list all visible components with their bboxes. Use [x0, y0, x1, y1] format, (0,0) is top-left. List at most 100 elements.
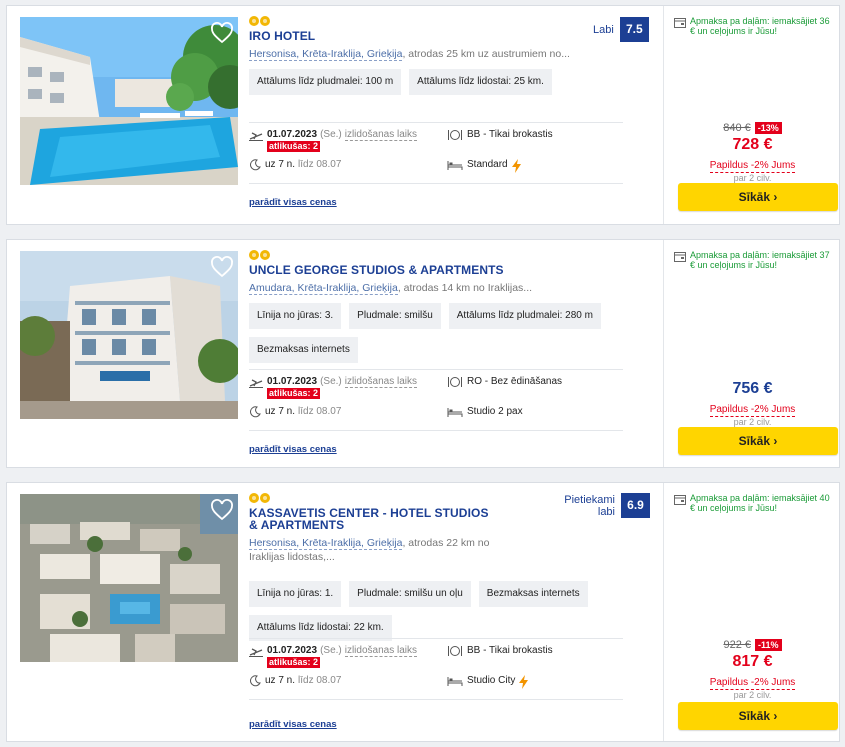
plane-icon: [249, 379, 263, 388]
return-date: līdz 08.07: [298, 159, 342, 170]
old-price: 840 €: [723, 121, 751, 134]
tag-list: Attālums līdz pludmalei: 100 m Attālums …: [249, 69, 649, 95]
hotel-name[interactable]: KASSAVETIS CENTER - HOTEL STUDIOS & APAR…: [249, 507, 499, 531]
heart-icon[interactable]: [210, 498, 234, 522]
departure-date: 01.07.2023: [267, 129, 318, 140]
price-per-persons: par 2 cilv.: [733, 690, 772, 700]
meta-footer: parādīt visas cenas: [249, 430, 623, 457]
price: 756 €: [732, 380, 773, 397]
extra-discount-link[interactable]: Papildus -2% Jums: [709, 160, 796, 173]
room-type: Studio 2 pax: [467, 406, 523, 417]
return-date: līdz 08.07: [298, 406, 342, 417]
meta-footer: parādīt visas cenas: [249, 183, 623, 210]
moon-icon: [250, 159, 261, 171]
hotel-location: Amudara, Krēta-Iraklija, Grieķija, atrod…: [249, 281, 649, 295]
nights-cell: uz 7 n. līdz 08.07: [249, 400, 447, 430]
date-cell: 01.07.2023 (Se.) izlidošanas laiks atlikuša…: [249, 123, 447, 153]
tag-list: Līnija no jūras: 3. Pludmale: smilšu Att…: [249, 303, 649, 363]
offer-meta: 01.07.2023 (Se.) izlidošanas laiks atlikuša…: [249, 369, 623, 457]
rating-label: Pietiekami labi: [564, 493, 615, 518]
tag: Līnija no jūras: 3.: [249, 303, 342, 329]
calendar-card-icon: [674, 495, 686, 505]
show-all-prices-link[interactable]: parādīt visas cenas: [249, 444, 337, 455]
price-block: 922 € -11% 817 € Papildus -2% Jums par 2 …: [664, 638, 841, 701]
board-cell: BB - Tikai brokastis: [447, 639, 623, 669]
star-icon: [260, 493, 270, 503]
price-panel: Apmaksa pa daļām: iemaksājiet 40 € un ce…: [663, 483, 840, 741]
hotel-name[interactable]: UNCLE GEORGE STUDIOS & APARTMENTS: [249, 264, 649, 276]
hotel-photo[interactable]: [20, 494, 238, 662]
installment-text: Apmaksa pa daļām: iemaksājiet 40 € un ce…: [690, 493, 830, 513]
room-cell: Studio 2 pax: [447, 400, 623, 430]
price: 817 €: [732, 653, 773, 670]
board-cell: RO - Bez ēdināšanas: [447, 370, 623, 400]
hotel-photo[interactable]: [20, 251, 238, 419]
return-date: līdz 08.07: [298, 675, 342, 686]
calendar-card-icon: [674, 252, 686, 262]
price-block: 756 € Papildus -2% Jums par 2 cilv.: [664, 378, 841, 428]
departure-date: 01.07.2023: [267, 376, 318, 387]
star-rating: [249, 493, 499, 503]
review-rating[interactable]: Labi 7.5: [593, 17, 649, 42]
hotel-photo[interactable]: [20, 17, 238, 185]
location-link[interactable]: Hersonisa, Krēta-Iraklija, Grieķija: [249, 537, 403, 550]
offer-meta: 01.07.2023 (Se.) izlidošanas laiks atlikuša…: [249, 638, 623, 732]
tag: Līnija no jūras: 1.: [249, 581, 342, 607]
star-rating: [249, 16, 649, 26]
seats-left-badge: atlikušas: 2: [267, 141, 321, 152]
plane-icon: [249, 132, 263, 141]
rating-score: 6.9: [621, 493, 650, 518]
installment-note: Apmaksa pa daļām: iemaksājiet 36 € un ce…: [674, 16, 834, 36]
rating-score: 7.5: [619, 17, 649, 42]
tag: Attālums līdz pludmalei: 280 m: [448, 303, 601, 329]
tag-list: Līnija no jūras: 1. Pludmale: smilšu un …: [249, 581, 629, 641]
hotel-info: IRO HOTEL Hersonisa, Krēta-Iraklija, Gri…: [249, 16, 649, 95]
fork-knife-icon: [448, 377, 462, 387]
old-price: 922 €: [723, 638, 751, 651]
meta-footer: parādīt visas cenas: [249, 699, 623, 732]
departure-time-link[interactable]: izlidošanas laiks: [344, 645, 417, 657]
bolt-icon: [519, 675, 529, 689]
room-cell: Studio City: [447, 669, 623, 699]
price-block: 840 € -13% 728 € Papildus -2% Jums par 2 …: [664, 121, 841, 184]
show-all-prices-link[interactable]: parādīt visas cenas: [249, 719, 337, 730]
board-type: BB - Tikai brokastis: [467, 129, 553, 140]
location-link[interactable]: Hersonisa, Krēta-Iraklija, Grieķija: [249, 48, 403, 61]
review-rating[interactable]: Pietiekami labi 6.9: [561, 493, 650, 518]
plane-icon: [249, 648, 263, 657]
departure-date: 01.07.2023: [267, 645, 318, 656]
extra-discount-link[interactable]: Papildus -2% Jums: [709, 677, 796, 690]
discount-badge: -13%: [754, 121, 782, 134]
show-all-prices-link[interactable]: parādīt visas cenas: [249, 197, 337, 208]
bed-icon: [447, 408, 463, 417]
hotel-location: Hersonisa, Krēta-Iraklija, Grieķija, atr…: [249, 47, 649, 61]
departure-time-link[interactable]: izlidošanas laiks: [344, 129, 417, 141]
details-button[interactable]: Sīkāk ›: [678, 702, 838, 730]
price: 728 €: [732, 136, 773, 153]
hotel-name[interactable]: IRO HOTEL: [249, 30, 649, 42]
installment-note: Apmaksa pa daļām: iemaksājiet 37 € un ce…: [674, 250, 834, 270]
location-link[interactable]: Amudara, Krēta-Iraklija, Grieķija: [249, 282, 398, 295]
departure-day: (Se.): [320, 645, 342, 656]
fork-knife-icon: [448, 130, 462, 140]
board-type: RO - Bez ēdināšanas: [467, 376, 563, 387]
hotel-card-kassavetis: KASSAVETIS CENTER - HOTEL STUDIOS & APAR…: [6, 482, 840, 742]
room-type: Standard: [467, 159, 508, 170]
heart-icon[interactable]: [210, 21, 234, 45]
seats-left-badge: atlikušas: 2: [267, 388, 321, 399]
hotel-info: UNCLE GEORGE STUDIOS & APARTMENTS Amudar…: [249, 250, 649, 363]
details-button[interactable]: Sīkāk ›: [678, 427, 838, 455]
tag: Attālums līdz pludmalei: 100 m: [249, 69, 402, 95]
nights: uz 7 n.: [265, 159, 296, 170]
installment-text: Apmaksa pa daļām: iemaksājiet 37 € un ce…: [690, 250, 830, 270]
heart-icon[interactable]: [210, 255, 234, 279]
extra-discount-link[interactable]: Papildus -2% Jums: [709, 404, 796, 417]
details-button[interactable]: Sīkāk ›: [678, 183, 838, 211]
location-description: , atrodas 14 km no Iraklijas...: [397, 282, 533, 294]
nights: uz 7 n.: [265, 406, 296, 417]
departure-time-link[interactable]: izlidošanas laiks: [344, 376, 417, 388]
star-icon: [249, 250, 259, 260]
rating-label: Labi: [593, 23, 614, 36]
nights-cell: uz 7 n. līdz 08.07: [249, 669, 447, 699]
departure-day: (Se.): [320, 129, 342, 140]
